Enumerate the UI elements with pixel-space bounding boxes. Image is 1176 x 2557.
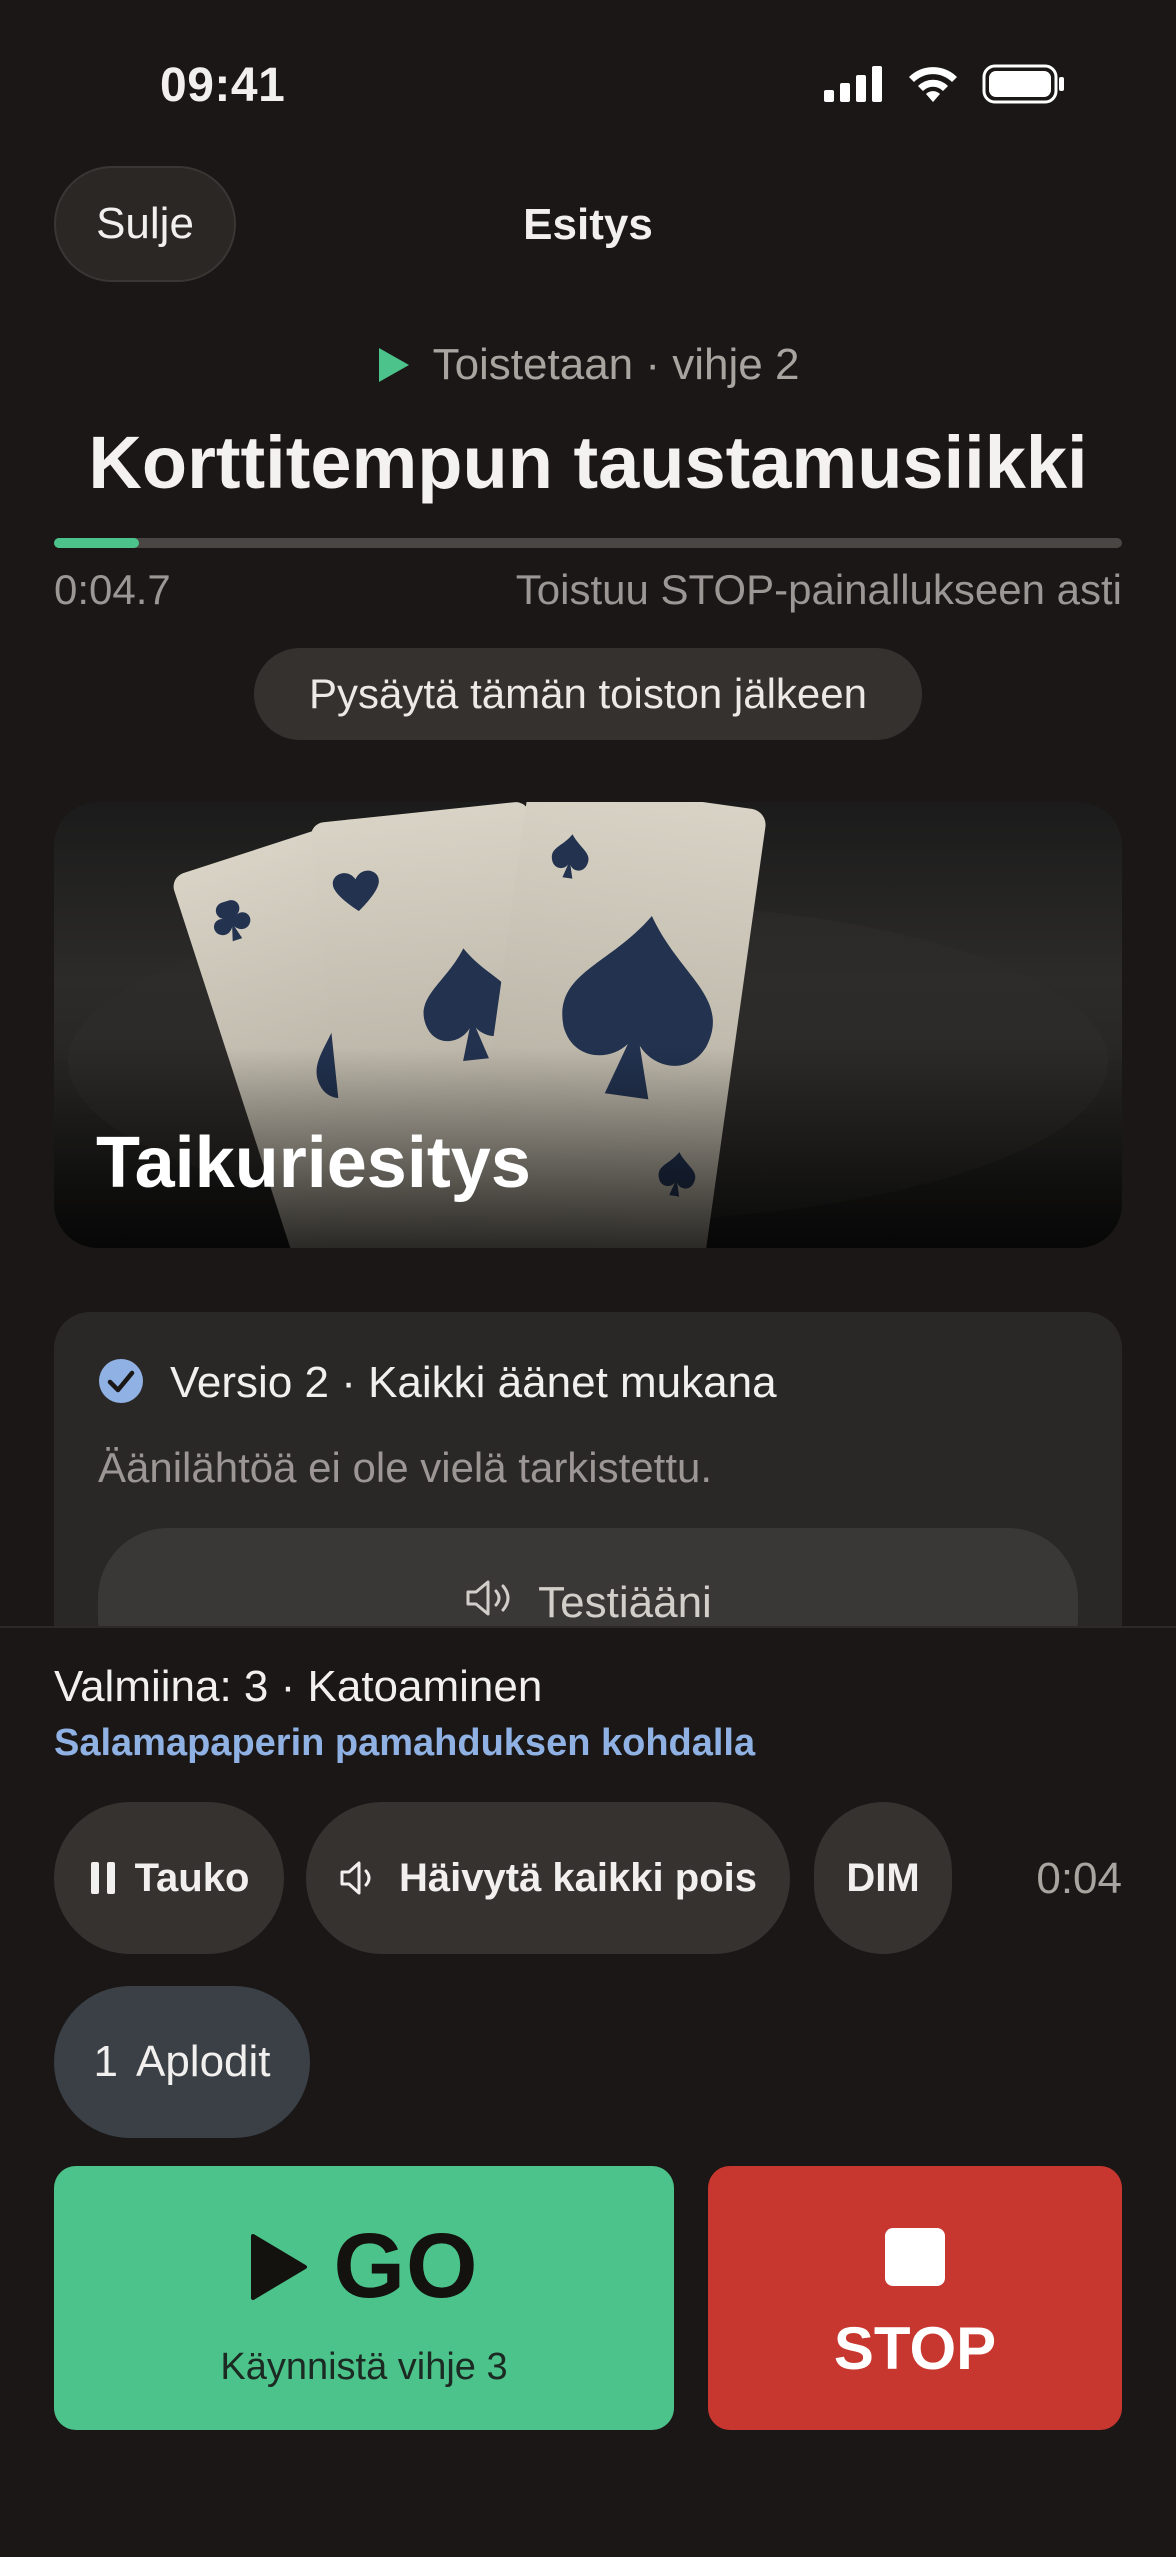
test-sound-label: Testiääni [538,1578,712,1627]
go-next-cue: Käynnistä vihje 3 [220,2346,508,2388]
hero-title: Taikuriesitys [96,1123,531,1203]
battery-icon [982,64,1064,104]
ready-cue-trigger: Salamapaperin pamahduksen kohdalla [54,1722,756,1764]
status-time: 09:41 [160,59,286,112]
output-check-note: Äänilähtöä ei ole vielä tarkistettu. [98,1444,713,1491]
applause-hotkey-number: 1 [93,2037,118,2086]
track-title: Korttitempun taustamusiikki [88,421,1088,504]
page-title: Esitys [523,200,653,249]
progress-fill [54,538,140,548]
stop-label: STOP [833,2315,997,2382]
pause-button[interactable]: Tauko [54,1802,284,1954]
loop-note: Toistuu STOP-painallukseen asti [515,566,1122,613]
applause-label: Aplodit [135,2037,271,2086]
elapsed-time: 0:04.7 [54,566,171,613]
progress-bar [54,538,1122,548]
control-panel: Valmiina: 3 · Katoaminen Salamapaperin p… [0,1626,1176,2557]
show-hero-image: Taikuriesitys [54,802,1122,1248]
speaker-icon [340,1861,371,1895]
pause-label: Tauko [134,1855,250,1900]
check-circle-icon [99,1359,143,1403]
speaker-icon [466,1580,510,1616]
dim-button[interactable]: DIM [814,1802,952,1954]
pause-icon [90,1862,115,1894]
cue-timer: 0:04 [1036,1854,1122,1903]
stop-button[interactable]: STOP [708,2166,1122,2430]
status-icons [824,64,1066,104]
applause-button[interactable]: 1 Aplodit [54,1986,310,2138]
fade-all-out-button[interactable]: Häivytä kaikki pois [306,1802,790,1954]
play-icon [378,348,409,382]
play-icon [251,2233,308,2300]
go-button[interactable]: GO Käynnistä vihje 3 [54,2166,674,2430]
ready-cue-label: Valmiina: 3 · Katoaminen [54,1662,543,1711]
playback-state: Toistetaan · vihje 2 [0,340,1176,390]
playback-state-text: Toistetaan · vihje 2 [432,340,800,389]
go-label: GO [333,2215,479,2317]
signal-icon [824,66,882,102]
stop-after-loop-button[interactable]: Pysäytä tämän toiston jälkeen [254,648,922,740]
version-label: Versio 2 · Kaikki äänet mukana [170,1358,777,1407]
stop-square-icon [885,2228,945,2286]
fade-all-out-label: Häivytä kaikki pois [399,1855,757,1900]
wifi-icon [909,67,957,102]
go-main: GO [54,2214,674,2319]
